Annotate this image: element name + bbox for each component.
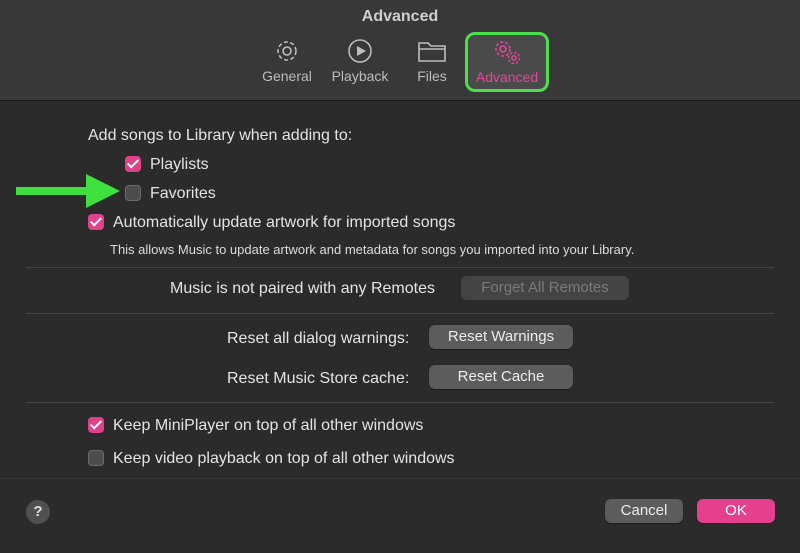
miniplayer-on-top-label: Keep MiniPlayer on top of all other wind… xyxy=(113,417,424,434)
favorites-label: Favorites xyxy=(150,185,216,202)
remotes-status: Music is not paired with any Remotes xyxy=(170,280,435,297)
folder-icon xyxy=(418,42,446,62)
footer-divider xyxy=(0,478,800,479)
tab-general-label: General xyxy=(262,68,312,84)
artwork-note: This allows Music to update artwork and … xyxy=(110,242,635,257)
tab-playback-label: Playback xyxy=(331,68,389,84)
green-arrow-icon xyxy=(16,174,120,208)
library-heading: Add songs to Library when adding to: xyxy=(88,127,353,144)
update-artwork-label: Automatically update artwork for importe… xyxy=(113,214,456,231)
tab-advanced-label: Advanced xyxy=(475,69,539,85)
miniplayer-on-top-checkbox[interactable] xyxy=(88,417,104,433)
reset-cache-button[interactable]: Reset Cache xyxy=(429,365,573,389)
ok-button[interactable]: OK xyxy=(697,499,775,523)
help-button[interactable]: ? xyxy=(26,500,50,524)
update-artwork-checkbox[interactable] xyxy=(88,214,104,230)
preferences-window: Advanced General Playback Files Advanced… xyxy=(0,0,800,553)
tab-files[interactable]: Files xyxy=(408,36,456,92)
favorites-checkbox[interactable] xyxy=(125,185,141,201)
tab-advanced[interactable]: Advanced xyxy=(465,32,549,92)
reset-warnings-button[interactable]: Reset Warnings xyxy=(429,325,573,349)
video-on-top-label: Keep video playback on top of all other … xyxy=(113,450,455,467)
tab-general[interactable]: General xyxy=(256,36,318,92)
playlists-label: Playlists xyxy=(150,156,209,173)
divider xyxy=(26,267,774,268)
cancel-button[interactable]: Cancel xyxy=(605,499,683,523)
tab-files-label: Files xyxy=(417,68,447,84)
reset-cache-label: Reset Music Store cache: xyxy=(227,370,410,387)
gears-icon xyxy=(495,41,521,65)
tab-playback[interactable]: Playback xyxy=(328,36,392,92)
reset-warnings-label: Reset all dialog warnings: xyxy=(227,330,410,347)
forget-all-remotes-button[interactable]: Forget All Remotes xyxy=(461,276,629,300)
toolbar: Advanced General Playback Files Advanced xyxy=(0,0,800,101)
play-circle-icon xyxy=(348,39,372,63)
divider xyxy=(26,313,774,314)
gear-icon xyxy=(277,41,297,61)
video-on-top-checkbox[interactable] xyxy=(88,450,104,466)
window-title: Advanced xyxy=(361,8,439,25)
divider xyxy=(26,402,774,403)
playlists-checkbox[interactable] xyxy=(125,156,141,172)
